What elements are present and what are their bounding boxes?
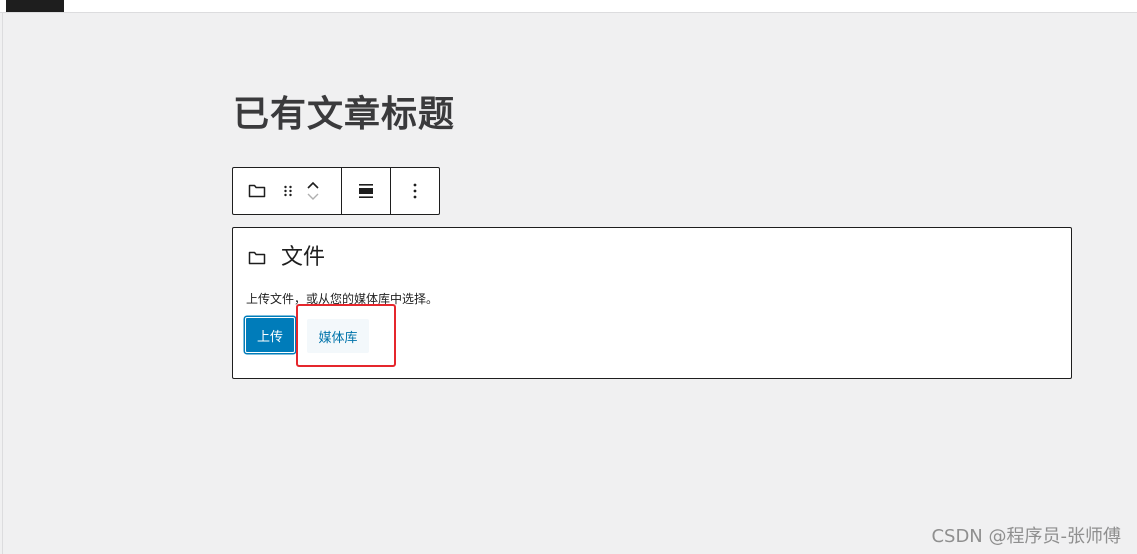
drag-handle-icon <box>284 185 292 197</box>
move-up-icon[interactable] <box>305 179 321 191</box>
move-buttons <box>295 168 331 214</box>
file-block-header: 文件 <box>247 242 325 274</box>
folder-icon <box>248 251 266 265</box>
options-button[interactable] <box>412 168 418 214</box>
top-bar <box>0 0 1137 13</box>
move-down-icon[interactable] <box>305 191 321 203</box>
file-block-title: 文件 <box>281 245 326 270</box>
more-vertical-icon <box>413 183 417 199</box>
align-button[interactable] <box>357 168 375 214</box>
toolbar-group-block <box>233 168 342 214</box>
drag-handle-button[interactable] <box>281 168 295 214</box>
watermark: CSDN @程序员-张师傅 <box>931 526 1121 547</box>
block-toolbar <box>232 167 440 215</box>
folder-icon <box>248 184 266 198</box>
align-center-icon <box>359 184 373 198</box>
toolbar-group-options <box>391 168 439 214</box>
top-bar-logo-area[interactable] <box>6 0 64 12</box>
block-type-button[interactable] <box>233 168 281 214</box>
toolbar-group-align <box>342 168 391 214</box>
highlight-annotation <box>296 304 396 367</box>
post-title[interactable]: 已有文章标题 <box>233 92 455 138</box>
left-divider <box>2 12 3 554</box>
upload-button[interactable]: 上传 <box>245 317 295 353</box>
